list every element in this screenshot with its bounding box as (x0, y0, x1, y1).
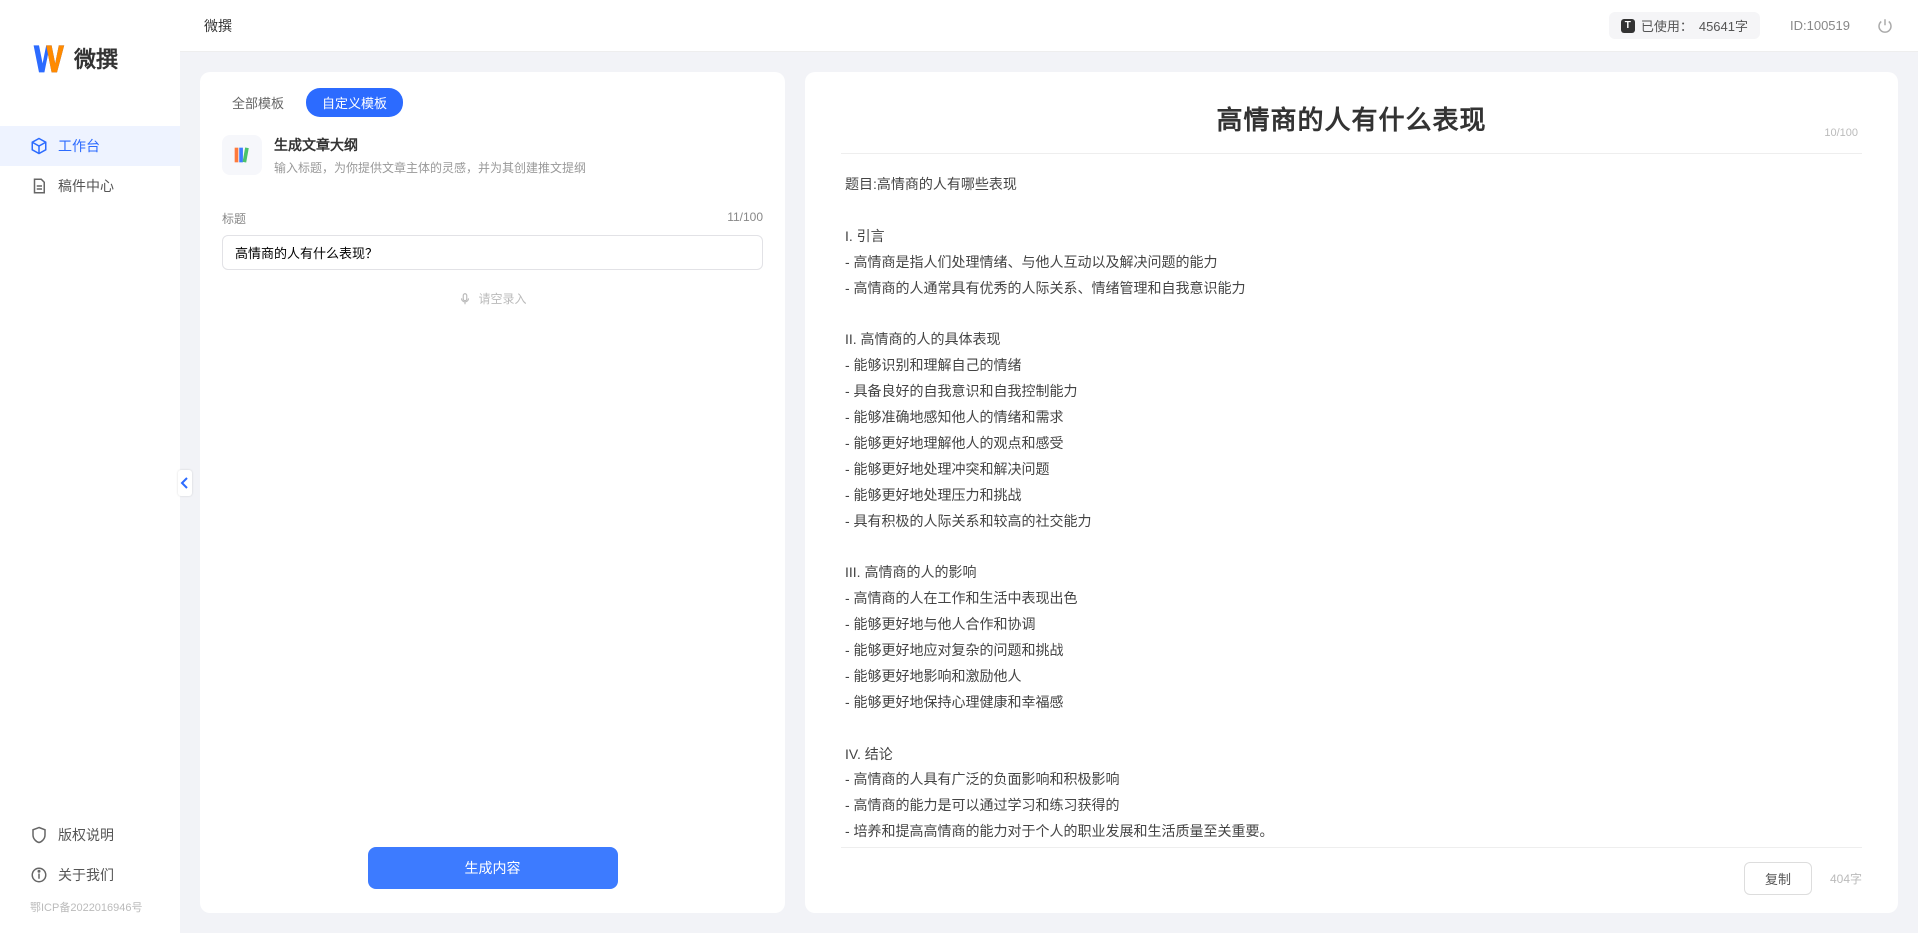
tab-custom-templates[interactable]: 自定义模板 (306, 88, 403, 117)
user-id: ID:100519 (1790, 18, 1850, 33)
logo-icon (30, 40, 66, 76)
usage-value: 45641字 (1699, 16, 1748, 35)
title-input[interactable] (222, 235, 763, 270)
usage-badge[interactable]: T 已使用： 45641字 (1609, 12, 1760, 39)
sidebar-collapse-button[interactable] (178, 470, 192, 496)
field-counter: 11/100 (727, 210, 763, 227)
sidebar-item-drafts[interactable]: 稿件中心 (0, 166, 180, 206)
cube-icon (30, 137, 48, 155)
input-panel: 全部模板 自定义模板 生成文章大纲 输入标题，为你提供文章主体的灵感，并为其创建… (200, 72, 785, 913)
template-tabs: 全部模板 自定义模板 (200, 72, 785, 127)
template-icon (222, 135, 262, 175)
nav-label: 稿件中心 (58, 176, 114, 196)
logo: 微撰 (0, 0, 180, 106)
power-icon (1876, 17, 1894, 35)
breadcrumb: 微撰 (204, 16, 232, 36)
field-label: 标题 (222, 210, 246, 227)
sidebar-item-about[interactable]: 关于我们 (0, 855, 180, 895)
usage-prefix: 已使用： (1641, 16, 1693, 35)
books-icon (231, 144, 253, 166)
content-row: 全部模板 自定义模板 生成文章大纲 输入标题，为你提供文章主体的灵感，并为其创建… (180, 52, 1918, 933)
doc-body[interactable]: 题目:高情商的人有哪些表现 I. 引言 - 高情商是指人们处理情绪、与他人互动以… (805, 154, 1898, 847)
generate-button[interactable]: 生成内容 (368, 847, 618, 889)
nav-label: 版权说明 (58, 825, 114, 845)
template-header: 生成文章大纲 输入标题，为你提供文章主体的灵感，并为其创建推文提纲 (200, 127, 785, 196)
nav-list: 工作台 稿件中心 (0, 106, 180, 805)
voice-hint: 请空录入 (478, 290, 526, 307)
icp-text: 鄂ICP备2022016946号 (0, 895, 180, 923)
tab-all-templates[interactable]: 全部模板 (216, 88, 300, 117)
nav-label: 关于我们 (58, 865, 114, 885)
template-title: 生成文章大纲 (274, 135, 586, 155)
logo-text: 微撰 (74, 42, 118, 74)
microphone-icon (458, 292, 472, 306)
sidebar-item-copyright[interactable]: 版权说明 (0, 815, 180, 855)
doc-footer: 复制 404字 (841, 847, 1862, 913)
nav-label: 工作台 (58, 136, 100, 156)
sidebar: 微撰 工作台 稿件中心 版权说明 (0, 0, 180, 933)
sidebar-footer: 版权说明 关于我们 鄂ICP备2022016946号 (0, 805, 180, 933)
word-count: 404字 (1830, 870, 1862, 887)
text-icon: T (1621, 19, 1635, 33)
topbar: 微撰 T 已使用： 45641字 ID:100519 (180, 0, 1918, 52)
copy-button[interactable]: 复制 (1744, 862, 1812, 895)
chevron-left-icon (180, 476, 190, 490)
output-panel: 高情商的人有什么表现 10/100 题目:高情商的人有哪些表现 I. 引言 - … (805, 72, 1898, 913)
document-icon (30, 177, 48, 195)
doc-head: 高情商的人有什么表现 10/100 (805, 72, 1898, 147)
shield-icon (30, 826, 48, 844)
title-field-block: 标题 11/100 (200, 196, 785, 270)
sidebar-item-workspace[interactable]: 工作台 (0, 126, 180, 166)
info-icon (30, 866, 48, 884)
main-area: 微撰 T 已使用： 45641字 ID:100519 全部模板 自定义模板 (180, 0, 1918, 933)
template-desc: 输入标题，为你提供文章主体的灵感，并为其创建推文提纲 (274, 159, 586, 176)
doc-title-counter: 10/100 (1824, 127, 1858, 139)
power-button[interactable] (1876, 17, 1894, 35)
doc-title: 高情商的人有什么表现 (841, 100, 1862, 137)
voice-input-row[interactable]: 请空录入 (200, 270, 785, 327)
